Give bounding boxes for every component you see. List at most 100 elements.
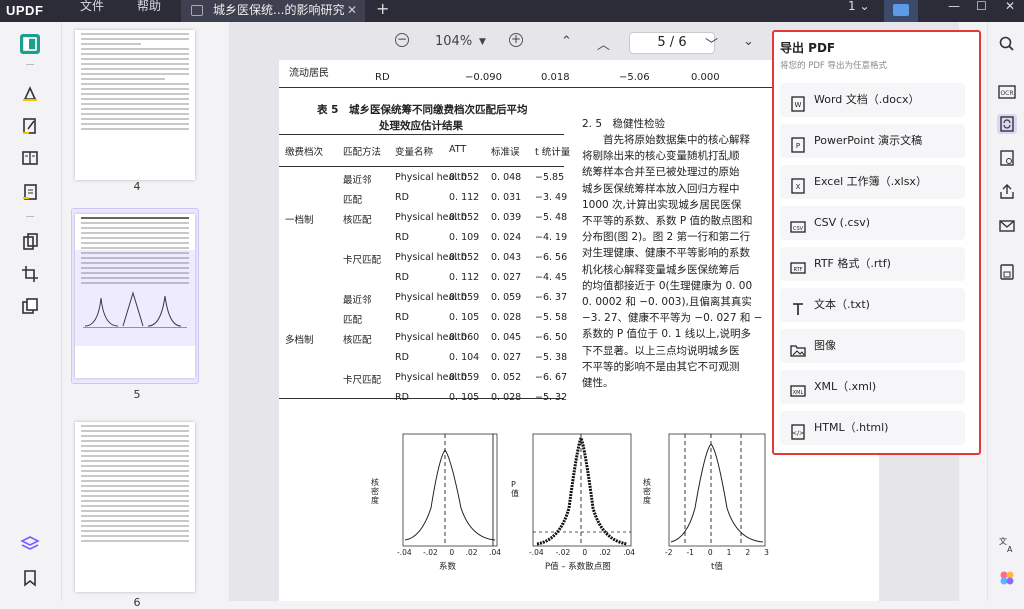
table-cell-6-1: 最近邻 — [343, 295, 372, 306]
export-pdf-panel: 导出 PDF 将您的 PDF 导出为任意格式 W Word 文档（.docx） … — [772, 30, 981, 455]
table-cell-9-5: −5. 38 — [535, 352, 568, 363]
table-header-2: 变量名称 — [395, 147, 434, 158]
plot3-xticks: -2 -1 0 1 2 3 — [665, 548, 769, 557]
prev-page-icon[interactable]: ︿ — [597, 34, 610, 53]
table-cell-2-4: 0. 039 — [491, 212, 522, 223]
batch-icon[interactable] — [20, 296, 40, 316]
table-cell-6-4: 0. 059 — [491, 292, 522, 303]
plot3-ylabel: 核密度 — [643, 478, 651, 505]
svg-text:</>: </> — [792, 430, 804, 437]
powerpoint-icon: P — [790, 133, 806, 153]
table-cell-8-3: 0. 060 — [449, 332, 480, 343]
next-page-icon[interactable]: ﹀ — [705, 34, 718, 53]
save-icon[interactable] — [997, 262, 1017, 282]
comment-icon[interactable] — [20, 84, 40, 104]
minimize-button[interactable]: — — [948, 0, 960, 22]
table-cell-10-5: −6. 67 — [535, 372, 568, 383]
table-header-5: t 统计量 — [535, 147, 571, 158]
table-cell-2-3: 0. 052 — [449, 212, 480, 223]
bookmark-icon[interactable] — [20, 568, 40, 588]
export-word-button[interactable]: W Word 文档（.docx） — [780, 83, 965, 117]
email-icon[interactable] — [997, 216, 1017, 236]
export-excel-button[interactable]: X Excel 工作簿（.xlsx） — [780, 165, 965, 199]
export-text-button[interactable]: 文本（.txt) — [780, 288, 965, 322]
svg-text:X: X — [796, 183, 801, 191]
search-icon[interactable] — [997, 34, 1017, 54]
plot2-ylabel: P值 — [511, 480, 519, 498]
form-icon[interactable] — [20, 148, 40, 168]
menu-file[interactable]: 文件 — [80, 0, 104, 22]
table-cell-10-1: 卡尺匹配 — [343, 375, 382, 386]
x-tick-label: 0 — [449, 548, 455, 557]
export-rtf-button[interactable]: RTF RTF 格式（.rtf) — [780, 247, 965, 281]
export-html-button[interactable]: </> HTML（.html) — [780, 411, 965, 445]
x-tick-label: 1 — [726, 548, 732, 557]
document-tab-title: 城乡医保统...的影响研究 — [213, 3, 345, 17]
table-cell-0-3: 0. 052 — [449, 172, 480, 183]
menu-help[interactable]: 帮助 — [137, 0, 161, 22]
page-number-input[interactable]: 5 / 6 — [629, 32, 715, 54]
section-heading: 2. 5 稳健性检验 — [582, 118, 666, 130]
last-page-icon[interactable]: ⌄ — [743, 34, 754, 49]
ai-assistant-icon[interactable] — [997, 568, 1017, 588]
export-panel-subtitle: 将您的 PDF 导出为任意格式 — [780, 61, 887, 71]
thumbnail-page-6[interactable] — [75, 422, 195, 592]
table-header-1: 匹配方法 — [343, 147, 382, 158]
share-icon[interactable] — [997, 182, 1017, 202]
table-cell-7-1: 匹配 — [343, 315, 363, 326]
organize-pages-icon[interactable] — [20, 182, 40, 202]
document-tab[interactable]: 城乡医保统...的影响研究 ✕ — [181, 0, 365, 22]
table-cell-4-3: 0. 052 — [449, 252, 480, 263]
svg-text:XML: XML — [793, 390, 804, 396]
reader-mode-icon[interactable] — [20, 34, 40, 54]
maximize-button[interactable]: ☐ — [976, 0, 987, 22]
close-window-button[interactable]: ✕ — [1005, 0, 1015, 22]
thumbnail-page-5[interactable] — [75, 214, 195, 378]
thumbnail-label-6: 6 — [133, 596, 141, 609]
top-row-rd: RD — [375, 72, 390, 83]
xml-icon: XML — [790, 379, 806, 397]
x-tick-label: .04 — [623, 548, 635, 557]
table-header-3: ATT — [449, 144, 467, 155]
table-cell-2-0: 一档制 — [285, 215, 314, 226]
version-dropdown[interactable]: 1 ⌄ — [848, 0, 870, 22]
svg-text:A: A — [1007, 545, 1013, 554]
svg-text:RTF: RTF — [793, 267, 802, 273]
table-cell-0-4: 0. 048 — [491, 172, 522, 183]
table-cell-5-2: RD — [395, 272, 409, 283]
export-csv-button[interactable]: CSV CSV (.csv) — [780, 206, 965, 240]
ocr-icon[interactable]: OCR — [997, 82, 1017, 102]
layers-icon[interactable] — [20, 534, 40, 554]
table-cell-3-4: 0. 024 — [491, 232, 522, 243]
plot3-xlabel: t值 — [711, 562, 723, 572]
zoom-dropdown-icon[interactable]: ▼ — [479, 37, 486, 47]
page-tools-icon[interactable] — [20, 232, 40, 252]
table-cell-1-5: −3. 49 — [535, 192, 568, 203]
edit-pdf-icon[interactable] — [20, 116, 40, 136]
export-image-button[interactable]: 图像 — [780, 329, 965, 363]
top-row-v3: −5.06 — [619, 72, 650, 83]
table-cell-7-3: 0. 105 — [449, 312, 480, 323]
export-xml-button[interactable]: XML XML（.xml) — [780, 370, 965, 404]
zoom-level[interactable]: 104% — [435, 34, 472, 49]
zoom-in-button[interactable]: + — [509, 33, 523, 47]
convert-icon[interactable] — [997, 114, 1017, 134]
zoom-out-button[interactable]: − — [395, 33, 409, 47]
new-tab-button[interactable]: + — [376, 0, 389, 18]
table-header-0: 缴费档次 — [285, 147, 324, 158]
translate-icon[interactable]: 文A — [997, 534, 1017, 554]
account-avatar[interactable] — [884, 0, 918, 22]
crop-icon[interactable] — [20, 264, 40, 284]
tab-close-icon[interactable]: ✕ — [347, 0, 357, 20]
thumbnail-page-4[interactable] — [75, 30, 195, 180]
export-powerpoint-button[interactable]: P PowerPoint 演示文稿（.pptx） — [780, 124, 965, 181]
x-tick-label: -1 — [686, 548, 694, 557]
table-cell-11-5: −5. 32 — [535, 392, 568, 403]
app-logo: UPDF — [6, 3, 44, 18]
left-toolbar — [0, 22, 62, 601]
table-cell-4-5: −6. 56 — [535, 252, 568, 263]
table-cell-9-3: 0. 104 — [449, 352, 480, 363]
csv-icon: CSV — [790, 215, 806, 233]
first-page-icon[interactable]: ⌃ — [561, 34, 572, 49]
protect-icon[interactable] — [997, 148, 1017, 168]
